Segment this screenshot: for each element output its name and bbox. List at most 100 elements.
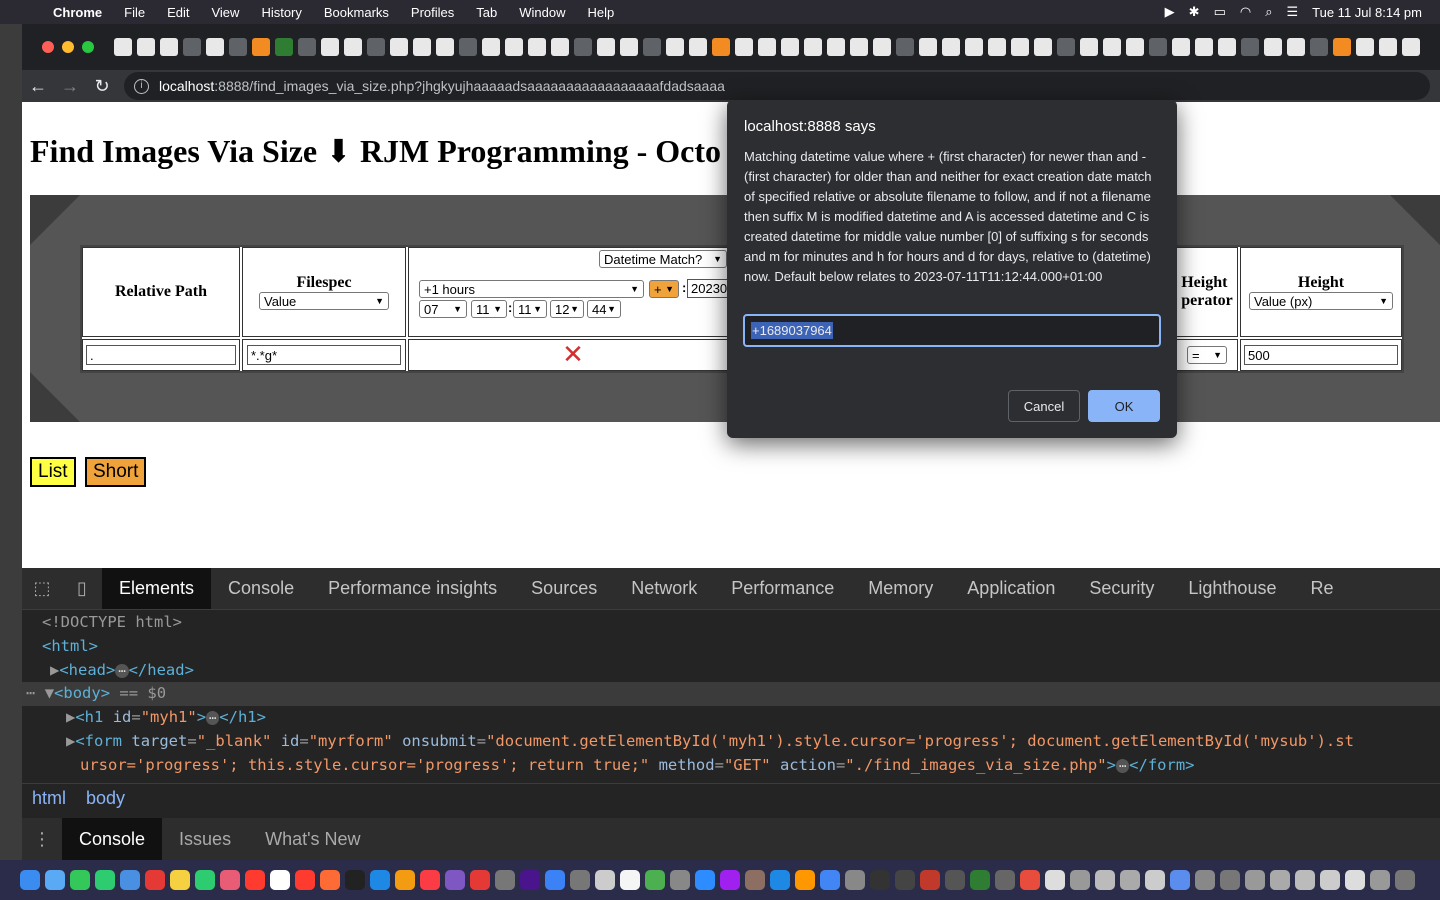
dock-app-icon[interactable] bbox=[1220, 870, 1240, 890]
dock-app-icon[interactable] bbox=[670, 870, 690, 890]
dock-app-icon[interactable] bbox=[820, 870, 840, 890]
tab-favicon-icon[interactable] bbox=[1126, 38, 1144, 56]
inspect-element-icon[interactable]: ⬚ bbox=[22, 568, 62, 609]
height-input[interactable]: 500 bbox=[1244, 345, 1398, 365]
tab-favicon-icon[interactable] bbox=[804, 38, 822, 56]
dock-app-icon[interactable] bbox=[745, 870, 765, 890]
dock-app-icon[interactable] bbox=[1320, 870, 1340, 890]
dock-app-icon[interactable] bbox=[295, 870, 315, 890]
dock-app-icon[interactable] bbox=[145, 870, 165, 890]
tab-favicon-icon[interactable] bbox=[275, 38, 293, 56]
tab-favicon-icon[interactable] bbox=[643, 38, 661, 56]
tab-favicon-icon[interactable] bbox=[896, 38, 914, 56]
cancel-button[interactable]: Cancel bbox=[1008, 390, 1080, 422]
dock-app-icon[interactable] bbox=[1395, 870, 1415, 890]
dom-line-doctype[interactable]: <!DOCTYPE html> bbox=[22, 611, 1440, 635]
dock-app-icon[interactable] bbox=[395, 870, 415, 890]
dom-line-form-cont[interactable]: ursor='progress'; this.style.cursor='pro… bbox=[22, 754, 1440, 778]
tab-favicon-icon[interactable] bbox=[919, 38, 937, 56]
tab-favicon-icon[interactable] bbox=[367, 38, 385, 56]
dock-app-icon[interactable] bbox=[1095, 870, 1115, 890]
dock-app-icon[interactable] bbox=[970, 870, 990, 890]
menu-edit[interactable]: Edit bbox=[156, 5, 200, 20]
drawer-tab-issues[interactable]: Issues bbox=[162, 818, 248, 860]
tab-favicon-icon[interactable] bbox=[1379, 38, 1397, 56]
menu-file[interactable]: File bbox=[113, 5, 156, 20]
menu-window[interactable]: Window bbox=[508, 5, 576, 20]
dock-app-icon[interactable] bbox=[1345, 870, 1365, 890]
ok-button[interactable]: OK bbox=[1088, 390, 1160, 422]
dock-app-icon[interactable] bbox=[545, 870, 565, 890]
tab-favicon-icon[interactable] bbox=[666, 38, 684, 56]
dock-app-icon[interactable] bbox=[470, 870, 490, 890]
dock-app-icon[interactable] bbox=[795, 870, 815, 890]
tab-favicon-icon[interactable] bbox=[827, 38, 845, 56]
dom-line-h1[interactable]: ▶<h1 id="myh1"> ⋯ </h1> bbox=[22, 706, 1440, 730]
dock-app-icon[interactable] bbox=[95, 870, 115, 890]
plus-minus-select[interactable]: + ▼ bbox=[649, 280, 679, 298]
control-center-icon[interactable]: ☰ bbox=[1287, 4, 1299, 20]
ellipsis-icon[interactable]: ⋯ bbox=[206, 711, 220, 726]
tab-favicon-icon[interactable] bbox=[1333, 38, 1351, 56]
dock-app-icon[interactable] bbox=[345, 870, 365, 890]
tab-favicon-icon[interactable] bbox=[873, 38, 891, 56]
ellipsis-icon[interactable]: ⋯ bbox=[115, 663, 129, 678]
spotlight-search-icon[interactable]: ⌕ bbox=[1265, 4, 1272, 20]
device-toolbar-icon[interactable]: ▯ bbox=[62, 568, 102, 609]
dock-app-icon[interactable] bbox=[1045, 870, 1065, 890]
tab-favicon-icon[interactable] bbox=[597, 38, 615, 56]
bluetooth-icon[interactable]: ✱ bbox=[1189, 4, 1200, 20]
height-operator-select[interactable]: = ▼ bbox=[1187, 346, 1227, 364]
tab-favicon-icon[interactable] bbox=[1034, 38, 1052, 56]
dock-app-icon[interactable] bbox=[720, 870, 740, 890]
tab-recorder[interactable]: Re bbox=[1293, 568, 1350, 609]
dock-app-icon[interactable] bbox=[995, 870, 1015, 890]
tab-favicon-icon[interactable] bbox=[505, 38, 523, 56]
tab-favicon-icon[interactable] bbox=[1195, 38, 1213, 56]
dock-app-icon[interactable] bbox=[845, 870, 865, 890]
tab-favicon-icon[interactable] bbox=[735, 38, 753, 56]
dialog-input[interactable]: +1689037964 bbox=[743, 314, 1161, 347]
tab-elements[interactable]: Elements bbox=[102, 568, 212, 609]
tab-favicon-icon[interactable] bbox=[1172, 38, 1190, 56]
menu-app-chrome[interactable]: Chrome bbox=[42, 5, 113, 20]
list-button[interactable]: List bbox=[30, 457, 76, 487]
second-select[interactable]: 44 ▼ bbox=[587, 300, 621, 318]
tab-favicon-icon[interactable] bbox=[321, 38, 339, 56]
wifi-icon[interactable]: ◠ bbox=[1240, 4, 1251, 20]
dock-app-icon[interactable] bbox=[1295, 870, 1315, 890]
dock-app-icon[interactable] bbox=[595, 870, 615, 890]
tab-favicon-icon[interactable] bbox=[114, 38, 132, 56]
dock-app-icon[interactable] bbox=[120, 870, 140, 890]
tab-favicon-icon[interactable] bbox=[781, 38, 799, 56]
hour-select[interactable]: 11 ▼ bbox=[513, 300, 547, 318]
expand-triangle-icon[interactable]: ▶ bbox=[50, 661, 59, 679]
tab-favicon-icon[interactable] bbox=[413, 38, 431, 56]
dom-line-head[interactable]: ▶<head> ⋯ </head> bbox=[22, 659, 1440, 683]
dom-line-form[interactable]: ▶<form target="_blank" id="myrform" onsu… bbox=[22, 730, 1440, 754]
tab-favicon-icon[interactable] bbox=[712, 38, 730, 56]
dock-app-icon[interactable] bbox=[220, 870, 240, 890]
tab-favicon-icon[interactable] bbox=[482, 38, 500, 56]
forward-arrow-icon[interactable]: → bbox=[54, 76, 86, 97]
tab-favicon-icon[interactable] bbox=[1218, 38, 1236, 56]
more-options-icon[interactable]: ⋮ bbox=[22, 818, 62, 860]
tab-performance[interactable]: Performance bbox=[714, 568, 851, 609]
tab-favicon-icon[interactable] bbox=[252, 38, 270, 56]
dock-app-icon[interactable] bbox=[1370, 870, 1390, 890]
dock-app-icon[interactable] bbox=[370, 870, 390, 890]
tab-favicon-icon[interactable] bbox=[1011, 38, 1029, 56]
tab-favicon-icon[interactable] bbox=[1080, 38, 1098, 56]
dock-app-icon[interactable] bbox=[20, 870, 40, 890]
close-window-icon[interactable] bbox=[42, 41, 54, 53]
tab-favicon-icon[interactable] bbox=[459, 38, 477, 56]
tab-favicon-icon[interactable] bbox=[1402, 38, 1420, 56]
dock-app-icon[interactable] bbox=[1020, 870, 1040, 890]
height-unit-select[interactable]: Value (px) ▼ bbox=[1249, 292, 1393, 310]
minimize-window-icon[interactable] bbox=[62, 41, 74, 53]
dom-line-html[interactable]: <html> bbox=[22, 635, 1440, 659]
reload-icon[interactable]: ↻ bbox=[86, 76, 118, 97]
dock-app-icon[interactable] bbox=[195, 870, 215, 890]
site-info-icon[interactable]: i bbox=[134, 78, 149, 94]
tab-favicon-icon[interactable] bbox=[1356, 38, 1374, 56]
